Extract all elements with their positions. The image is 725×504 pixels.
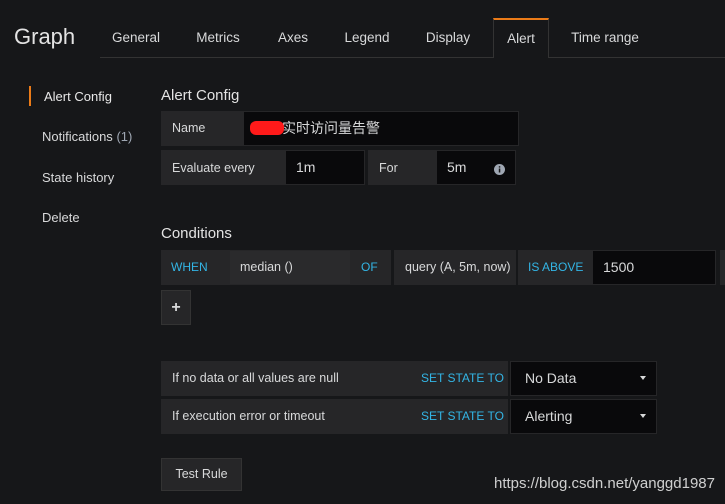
redaction-mark [250,121,284,135]
panel-title: Graph [14,24,76,49]
evaluate-every-input[interactable]: 1m [285,150,365,185]
of-keyword: OF [351,250,391,285]
for-value: 5m [447,159,467,175]
no-data-state-select[interactable]: No Data [510,361,657,396]
when-keyword: WHEN [161,250,229,285]
chevron-down-icon [640,414,646,418]
error-state-value: Alerting [525,408,573,424]
tab-display[interactable]: Display [412,18,484,58]
tab-general[interactable]: General [100,18,172,58]
info-icon[interactable] [494,164,505,175]
sidebar-item-notifications[interactable]: Notifications (1) [42,129,132,144]
query-select[interactable]: query (A, 5m, now) [394,250,516,285]
alert-config-title: Alert Config [161,87,240,104]
name-label: Name [161,111,243,146]
no-data-set-state: SET STATE TO [411,361,508,396]
threshold-input[interactable]: 1500 [592,250,716,285]
for-input[interactable]: 5m [436,150,516,185]
evaluate-every-label: Evaluate every [161,150,285,185]
tab-legend[interactable]: Legend [332,18,402,58]
tab-time-range[interactable]: Time range [560,18,650,58]
notifications-count: (1) [116,129,133,144]
tab-metrics[interactable]: Metrics [182,18,254,58]
sidebar-item-alert-config[interactable]: Alert Config [44,89,112,104]
error-set-state: SET STATE TO [411,399,508,434]
tab-alert[interactable]: Alert [493,18,549,58]
watermark: https://blog.csdn.net/yanggd1987 [493,475,715,492]
tab-axes[interactable]: Axes [262,18,324,58]
chevron-down-icon [640,376,646,380]
active-indicator [29,86,31,106]
error-state-select[interactable]: Alerting [510,399,657,434]
for-label: For [368,150,436,185]
error-rule-label: If execution error or timeout [161,399,411,434]
test-rule-button[interactable]: Test Rule [161,458,242,491]
conditions-title: Conditions [161,225,232,242]
no-data-rule-label: If no data or all values are null [161,361,411,396]
add-condition-button[interactable]: + [161,290,191,325]
evaluator-select[interactable]: IS ABOVE [518,250,592,285]
reducer-select[interactable]: median () [229,250,351,285]
sidebar-item-label: Notifications [42,129,113,144]
sidebar-item-state-history[interactable]: State history [42,170,114,185]
sidebar-item-delete[interactable]: Delete [42,210,80,225]
condition-overflow [720,250,725,285]
no-data-state-value: No Data [525,370,577,386]
name-field[interactable]: 实时访问量告警 [243,111,519,146]
